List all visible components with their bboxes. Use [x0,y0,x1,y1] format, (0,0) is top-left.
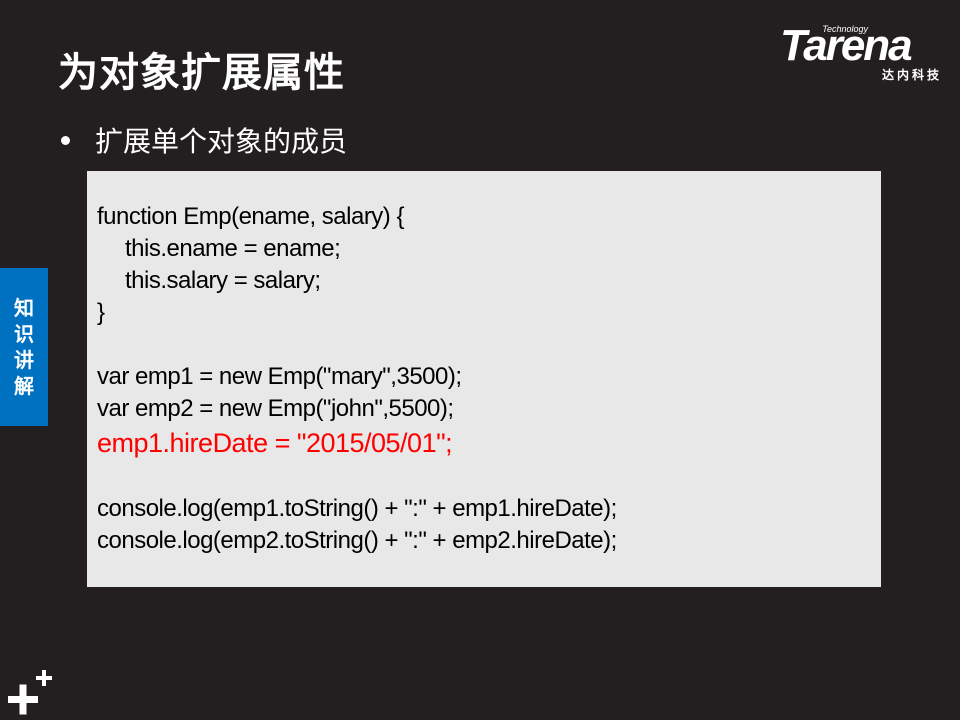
tarena-logo: Technology Tarena 达内科技 [780,20,948,88]
code-line: console.log(emp1.toString() + ":" + emp1… [97,495,617,522]
side-tab-char: 知 [14,296,34,320]
page-title: 为对象扩展属性 [58,50,345,96]
code-line: this.ename = ename; [125,235,341,262]
logo-subtitle: 达内科技 [881,68,942,82]
code-line: console.log(emp2.toString() + ":" + emp2… [97,527,617,554]
logo-wordmark: Tarena [780,21,913,70]
side-tab-char: 识 [14,322,34,346]
side-tab-char: 讲 [14,348,34,372]
code-line: this.salary = salary; [125,267,321,294]
side-tab-char: 解 [14,374,34,398]
plus-plus-icon [8,670,52,715]
bullet-dot-icon [61,135,70,145]
code-line: var emp2 = new Emp("john",5500); [97,395,454,422]
bullet-item: 扩展单个对象的成员 [58,120,347,160]
code-line: } [97,299,105,326]
code-line: function Emp(ename, salary) { [97,203,404,230]
code-block: function Emp(ename, salary) { this.ename… [87,171,881,587]
side-tab-knowledge: 知 识 讲 解 [0,268,48,426]
bullet-text: 扩展单个对象的成员 [95,125,348,158]
code-line-highlighted: emp1.hireDate = "2015/05/01"; [97,428,453,458]
code-line: var emp1 = new Emp("mary",3500); [97,363,462,390]
